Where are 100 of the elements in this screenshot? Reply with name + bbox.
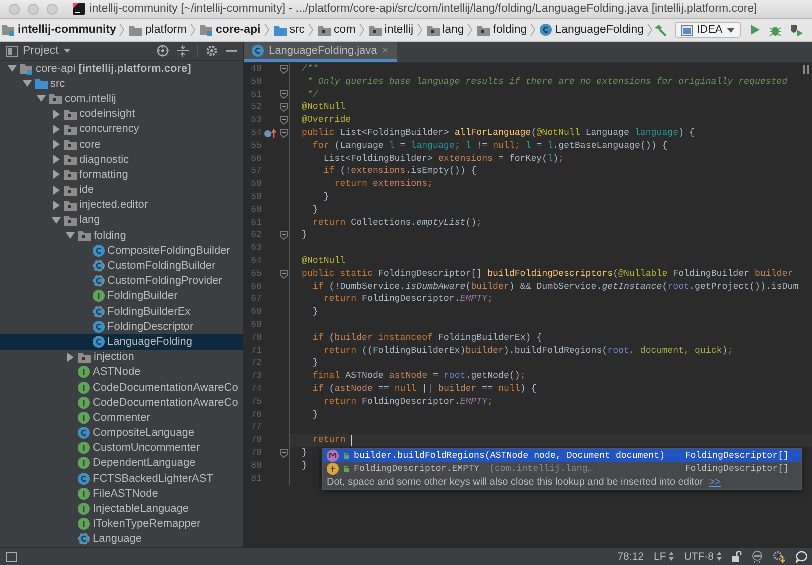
unlocked-icon[interactable] [732, 551, 742, 562]
expand-arrow-icon[interactable] [52, 200, 60, 210]
breadcrumb-item[interactable]: LanguageFolding [540, 24, 644, 36]
tree-item[interactable]: CodeDocumentationAwareCo [0, 380, 243, 396]
tree-item[interactable]: FoldingBuilder [0, 288, 243, 304]
breadcrumb-item[interactable]: src [274, 24, 306, 36]
tree-item[interactable]: CompositeFoldingBuilder [0, 243, 243, 258]
expand-arrow-icon[interactable] [52, 170, 60, 180]
tree-item[interactable]: Language [0, 532, 243, 547]
pause-icon[interactable] [803, 65, 810, 74]
caret-icon [726, 28, 735, 32]
tree-item[interactable]: concurrency [0, 122, 243, 137]
completion-item[interactable]: FoldingDescriptor.EMPTY (com.intellij.lang… FoldingDescriptor[] [323, 462, 801, 475]
expand-arrow-icon[interactable] [52, 155, 60, 164]
tree-item[interactable]: FileASTNode [0, 486, 243, 502]
line-number: 74 [250, 382, 262, 396]
completion-item[interactable]: builder.buildFoldRegions(ASTNode node, Document document) FoldingDescriptor[] [323, 449, 801, 462]
breadcrumb-separator-icon [467, 23, 474, 37]
tree-item[interactable]: CodeDocumentationAwareCo [0, 395, 243, 410]
tree-item[interactable]: ITokenTypeRemapper [0, 516, 243, 532]
expand-arrow-icon[interactable] [52, 124, 60, 134]
collapse-arrow-icon[interactable] [8, 64, 17, 74]
fold-marker-icon[interactable] [280, 103, 288, 112]
tree-item[interactable]: lang [0, 212, 243, 228]
run-icon[interactable] [748, 24, 761, 36]
overridden-method-icon[interactable] [264, 128, 276, 138]
expand-arrow-icon[interactable] [52, 110, 60, 119]
shield-run-icon[interactable] [790, 24, 803, 36]
tree-item[interactable]: folding [0, 228, 243, 244]
line-separator-selector[interactable]: LF [654, 550, 674, 562]
tree-item[interactable]: CompositeLanguage [0, 426, 243, 441]
collapse-arrow-icon[interactable] [52, 216, 60, 225]
crosshair-icon[interactable] [157, 45, 169, 57]
project-view-dropdown[interactable]: Project [6, 45, 149, 57]
tree-item[interactable]: InjectableLanguage [0, 501, 243, 517]
interface-icon [78, 366, 90, 378]
run-configuration-dropdown[interactable]: IDEA [675, 22, 741, 38]
tree-item-label: CompositeLanguage [93, 427, 195, 440]
code-line: public List<FoldingBuilder> allForLanguage(@NotNull Language language) { [302, 126, 695, 140]
tree-item[interactable]: com.intellij [0, 91, 243, 107]
code-line: } [302, 446, 308, 460]
fold-marker-icon[interactable] [280, 116, 288, 126]
fold-marker-icon[interactable] [280, 448, 288, 458]
tree-item[interactable]: LanguageFolding [0, 334, 243, 350]
tree-item[interactable]: ASTNode [0, 364, 243, 380]
tree-item[interactable]: FoldingDescriptor [0, 319, 243, 334]
breadcrumb-item[interactable]: platform [129, 24, 187, 36]
encoding-selector[interactable]: UTF-8 [684, 550, 722, 562]
tree-item[interactable]: diagnostic [0, 152, 243, 168]
tree-item[interactable]: codeinsight [0, 106, 243, 122]
expand-arrow-icon[interactable] [52, 140, 60, 150]
inspector-face-icon[interactable] [752, 550, 763, 562]
fold-marker-icon[interactable] [280, 270, 288, 279]
tree-item-label: Commenter [93, 412, 150, 424]
settings-icon[interactable] [206, 45, 218, 57]
line-number: 58 [250, 178, 262, 191]
tree-item[interactable]: src [0, 76, 243, 92]
line-number: 65 [250, 268, 262, 281]
breadcrumb-item[interactable]: lang [426, 24, 464, 36]
tree-item[interactable]: core-api [intellij.platform.core] [0, 61, 243, 76]
collapse-arrow-icon[interactable] [66, 231, 75, 240]
expand-arrow-icon[interactable] [66, 352, 75, 362]
fold-marker-icon[interactable] [280, 90, 288, 100]
collapse-arrow-icon[interactable] [37, 94, 46, 104]
breadcrumb-item[interactable]: core-api [200, 24, 261, 36]
line-number: 69 [250, 318, 262, 332]
tree-item[interactable]: FCTSBackedLighterAST [0, 471, 243, 486]
tree-item[interactable]: CustomFoldingProvider [0, 274, 243, 289]
caret-position[interactable]: 78:12 [618, 550, 644, 562]
tree-item[interactable]: core [0, 136, 243, 152]
fold-marker-icon[interactable] [280, 64, 288, 74]
breadcrumb-item[interactable]: folding [477, 24, 528, 36]
breadcrumb-item[interactable]: intellij [368, 24, 414, 36]
fold-marker-icon[interactable] [280, 128, 288, 138]
collapse-arrow-icon[interactable] [22, 79, 32, 88]
breadcrumb-item[interactable]: com [318, 24, 356, 36]
speech-bubble-icon[interactable] [796, 550, 808, 562]
gear-download-icon[interactable] [773, 550, 786, 562]
breadcrumb-item[interactable]: intellij-community [2, 24, 116, 36]
tree-item[interactable]: injected.editor [0, 198, 243, 213]
tree-item[interactable]: CustomUncommenter [0, 440, 243, 456]
more-link[interactable]: >> [709, 476, 722, 488]
tree-item[interactable]: ide [0, 182, 243, 198]
editor-tab[interactable]: LanguageFolding.java × [244, 42, 397, 62]
tree-item[interactable]: FoldingBuilderEx [0, 304, 243, 320]
interface-icon [92, 290, 104, 302]
tree-item[interactable]: DependentLanguage [0, 456, 243, 472]
collapse-all-icon[interactable] [177, 45, 189, 57]
tool-windows-icon[interactable] [6, 552, 17, 562]
tree-item[interactable]: CustomFoldingBuilder [0, 258, 243, 274]
tree-item[interactable]: Commenter [0, 410, 243, 426]
package-folder-icon [49, 93, 62, 104]
hammer-icon[interactable] [654, 24, 668, 36]
tree-item[interactable]: formatting [0, 167, 243, 182]
expand-arrow-icon[interactable] [52, 186, 60, 195]
fold-marker-icon[interactable] [280, 231, 288, 240]
line-number: 60 [250, 204, 262, 217]
package-folder-icon [64, 124, 76, 135]
source-folder-icon [274, 24, 287, 36]
tree-item[interactable]: injection [0, 350, 243, 365]
